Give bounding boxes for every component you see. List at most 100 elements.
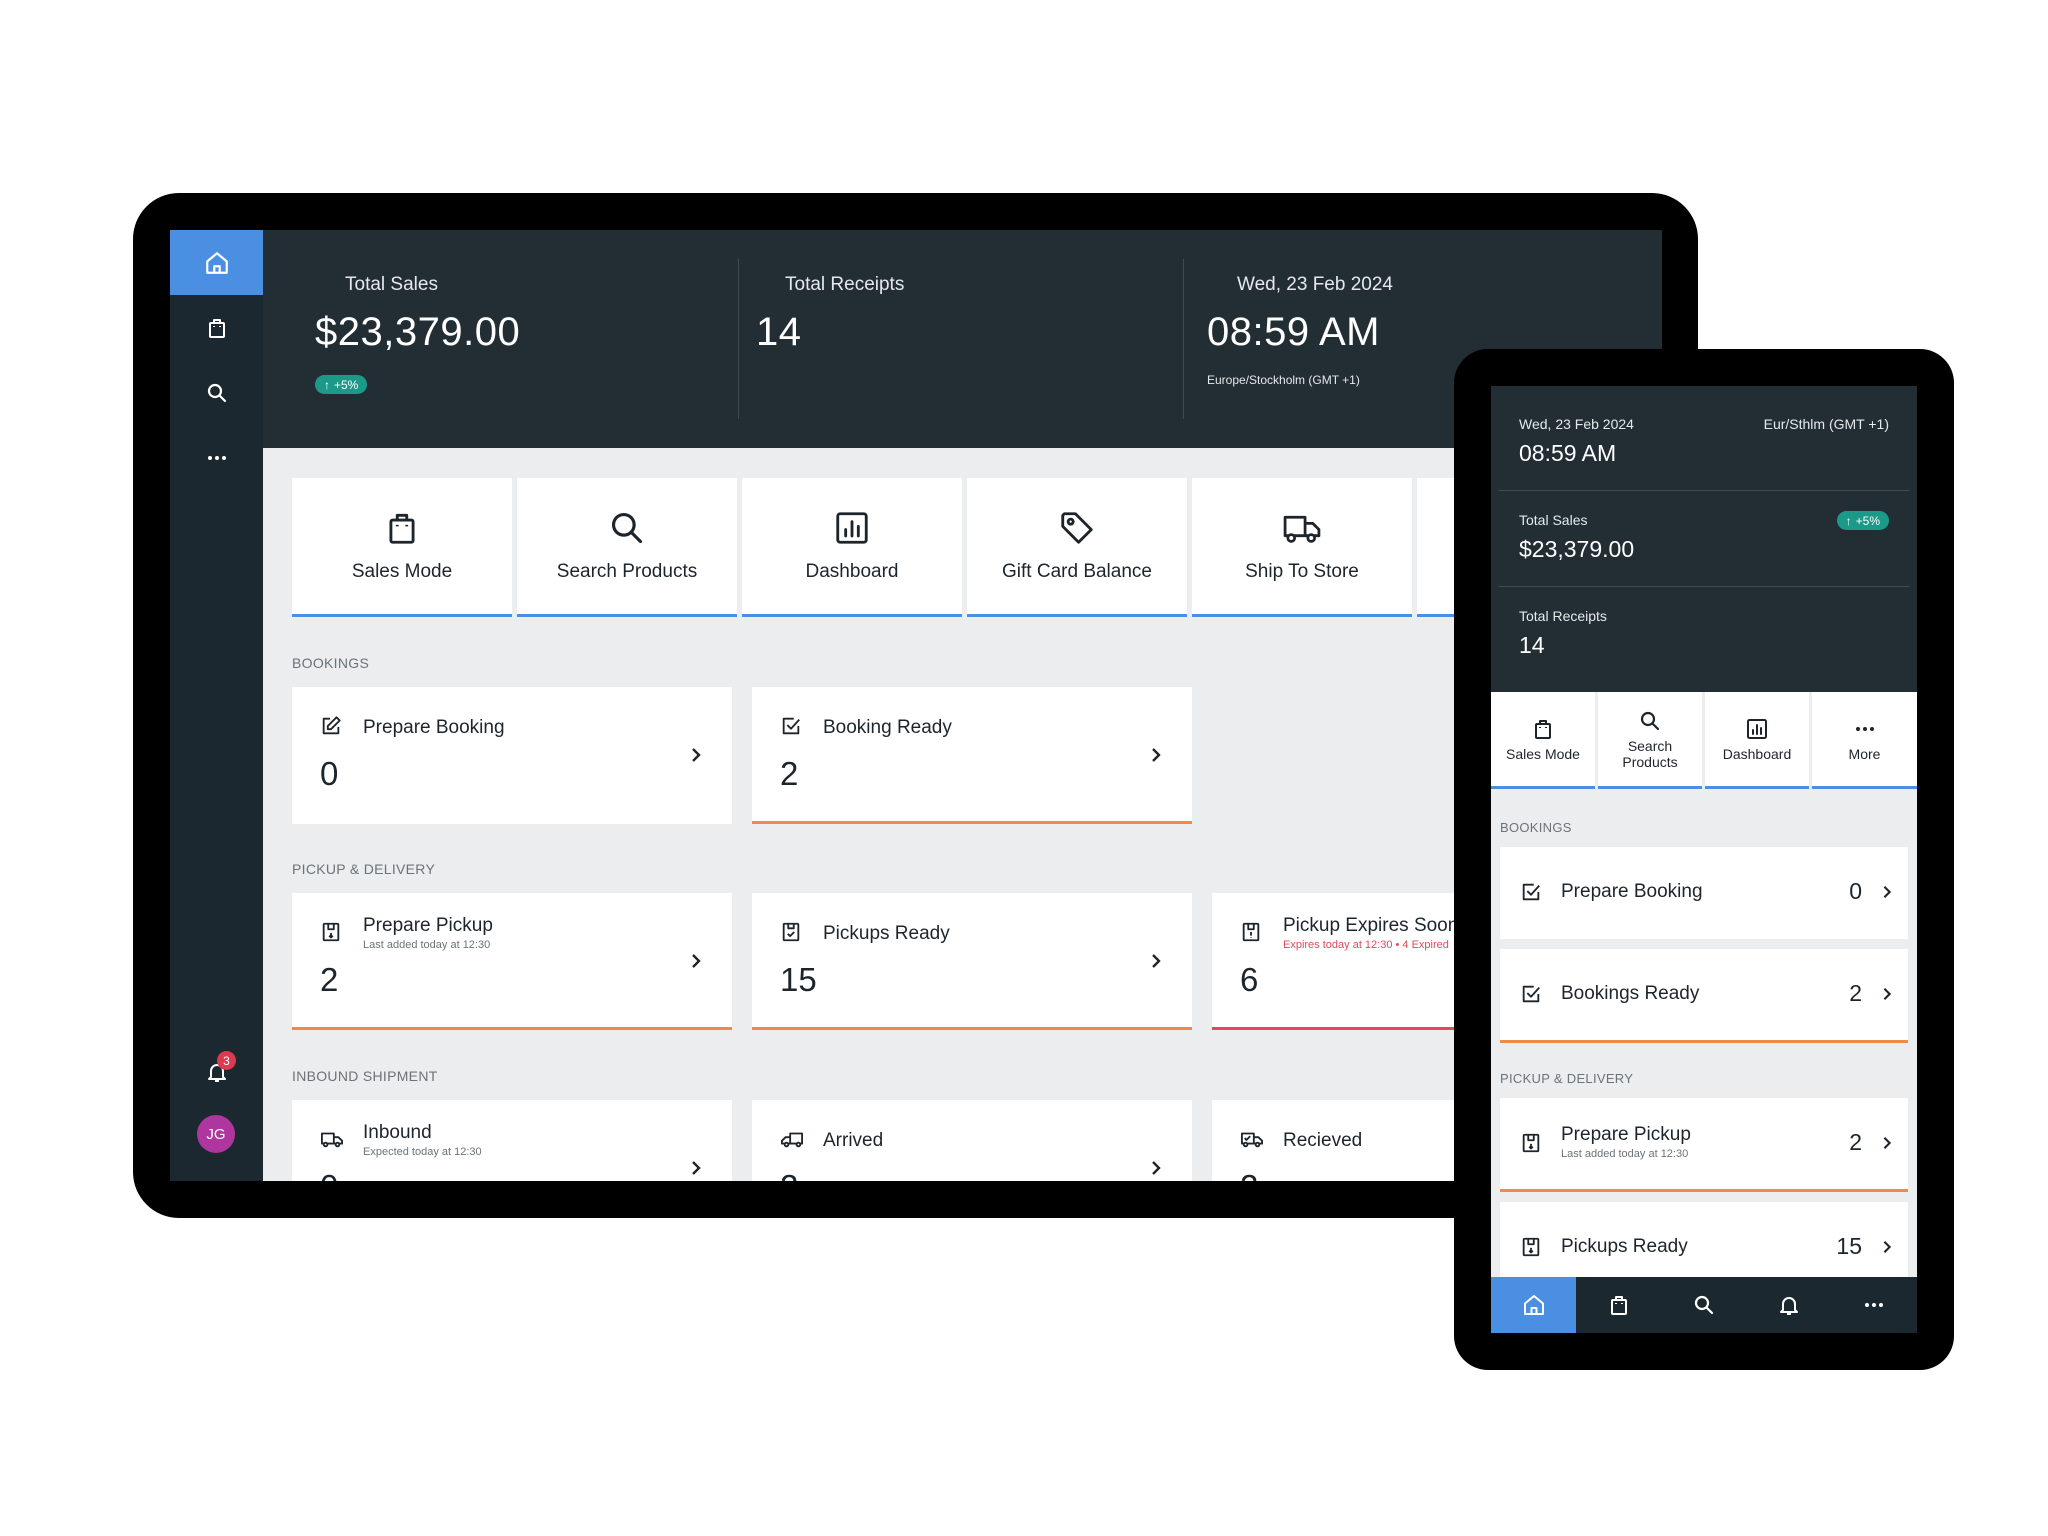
- more-button[interactable]: More: [1812, 692, 1917, 789]
- ship-to-store-button[interactable]: Ship To Store: [1192, 478, 1412, 617]
- chevron-right-icon: [688, 951, 704, 971]
- sidebar-item-home[interactable]: [170, 230, 263, 295]
- row-count: 15: [1836, 1233, 1862, 1259]
- pickup-section-label: PICKUP & DELIVERY: [1500, 1071, 1634, 1086]
- trend-badge: ↑ +5%: [315, 375, 368, 394]
- shopping-bag-icon: [1531, 717, 1555, 741]
- current-date: Wed, 23 Feb 2024: [1519, 416, 1634, 432]
- tile-title: Pickup Expires Soon: [1283, 915, 1459, 936]
- bottom-nav-more[interactable]: [1832, 1277, 1917, 1333]
- booking-ready-tile[interactable]: Booking Ready 2: [752, 687, 1192, 824]
- tile-count: 2: [1240, 1168, 1258, 1181]
- total-receipts-value: 14: [756, 310, 802, 354]
- total-receipts-stat: Total Receipts 14: [739, 230, 1183, 448]
- bottom-navigation: [1491, 1277, 1917, 1333]
- chevron-right-icon: [1880, 984, 1894, 1004]
- quick-action-label: Dashboard: [1722, 745, 1792, 762]
- bar-chart-icon: [833, 509, 871, 547]
- total-sales-value: $23,379.00: [315, 310, 521, 354]
- dashboard-button[interactable]: Dashboard: [742, 478, 962, 617]
- home-icon: [204, 250, 230, 276]
- tag-icon: [1058, 509, 1096, 547]
- sidebar: 3 JG: [170, 230, 263, 1181]
- tile-count: 6: [1240, 961, 1259, 998]
- timezone-label: Europe/Stockholm (GMT +1): [1207, 373, 1360, 387]
- home-icon: [1522, 1293, 1546, 1317]
- chevron-right-icon: [688, 745, 704, 765]
- more-horizontal-icon: [1853, 717, 1877, 741]
- search-icon: [1692, 1293, 1716, 1317]
- trend-value: +5%: [334, 377, 359, 392]
- current-time: 08:59 AM: [1519, 440, 1617, 466]
- stat-divider: [1499, 490, 1909, 491]
- quick-action-label: Gift Card Balance: [1002, 561, 1152, 582]
- tile-count: 15: [780, 961, 817, 998]
- bottom-nav-home[interactable]: [1491, 1277, 1577, 1333]
- tile-title: Recieved: [1283, 1130, 1363, 1151]
- tile-subtitle: Last added today at 12:30: [363, 939, 491, 951]
- tile-count: 2: [780, 1168, 798, 1181]
- row-count: 0: [1849, 878, 1862, 904]
- bottom-nav-notifications[interactable]: [1747, 1277, 1832, 1333]
- total-sales-label: Total Sales: [1519, 512, 1588, 528]
- arrow-up-icon: ↑: [324, 377, 330, 392]
- bookings-section-label: BOOKINGS: [292, 655, 370, 671]
- arrived-tile[interactable]: Arrived 2: [752, 1100, 1192, 1181]
- quick-action-label: Ship To Store: [1245, 561, 1359, 582]
- sidebar-item-more[interactable]: [170, 425, 263, 490]
- pickups-ready-tile[interactable]: Pickups Ready 15: [752, 893, 1192, 1030]
- bottom-nav-search[interactable]: [1661, 1277, 1746, 1333]
- row-title: Prepare Booking: [1561, 881, 1703, 902]
- prepare-pickup-tile[interactable]: Prepare Pickup Last added today at 12:30…: [292, 893, 732, 1030]
- inbound-tile[interactable]: Inbound Expected today at 12:30 0: [292, 1100, 732, 1181]
- current-date: Wed, 23 Feb 2024: [1237, 274, 1393, 295]
- tile-count: 2: [320, 961, 339, 998]
- quick-action-label: Search Products: [1622, 737, 1678, 770]
- prepare-pickup-row[interactable]: Prepare Pickup Last added today at 12:30…: [1500, 1098, 1908, 1192]
- bottom-nav-sales[interactable]: [1576, 1277, 1661, 1333]
- tile-title: Prepare Pickup: [363, 915, 493, 936]
- phone-screen: Wed, 23 Feb 2024 Eur/Sthlm (GMT +1) 08:5…: [1491, 386, 1917, 1333]
- notifications-button[interactable]: 3: [200, 1051, 236, 1089]
- search-icon: [205, 381, 229, 405]
- chevron-right-icon: [688, 1158, 704, 1178]
- gift-card-balance-button[interactable]: Gift Card Balance: [967, 478, 1187, 617]
- sales-mode-button[interactable]: Sales Mode: [1491, 692, 1595, 789]
- check-square-icon: [1520, 983, 1542, 1005]
- tile-count: 2: [780, 755, 799, 792]
- shopping-bag-icon: [1607, 1293, 1631, 1317]
- phone-device: Wed, 23 Feb 2024 Eur/Sthlm (GMT +1) 08:5…: [1454, 349, 1954, 1370]
- current-time: 08:59 AM: [1207, 310, 1381, 354]
- avatar[interactable]: JG: [197, 1115, 235, 1153]
- prepare-booking-row[interactable]: Prepare Booking 0: [1500, 847, 1908, 939]
- inbound-section-label: INBOUND SHIPMENT: [292, 1068, 438, 1084]
- prepare-booking-tile[interactable]: Prepare Booking 0: [292, 687, 732, 824]
- chevron-right-icon: [1880, 1237, 1894, 1257]
- timezone-label: Eur/Sthlm (GMT +1): [1763, 416, 1889, 432]
- bookings-ready-row[interactable]: Bookings Ready 2: [1500, 949, 1908, 1043]
- tablet-screen: 3 JG Total Sales $23,379.00 ↑ +5% Total …: [170, 230, 1662, 1181]
- total-receipts-label: Total Receipts: [785, 274, 905, 295]
- dashboard-button[interactable]: Dashboard: [1705, 692, 1809, 789]
- row-count: 2: [1849, 1129, 1862, 1155]
- total-receipts-value: 14: [1519, 632, 1545, 658]
- sidebar-item-sales[interactable]: [170, 295, 263, 360]
- bar-chart-icon: [1745, 717, 1769, 741]
- tile-title: Prepare Booking: [363, 717, 505, 738]
- tile-title: Arrived: [823, 1130, 884, 1151]
- search-products-button[interactable]: Search Products: [517, 478, 737, 617]
- chevron-right-icon: [1148, 1158, 1164, 1178]
- sidebar-item-search[interactable]: [170, 360, 263, 425]
- sales-mode-button[interactable]: Sales Mode: [292, 478, 512, 617]
- check-square-icon: [1520, 881, 1542, 903]
- search-products-button[interactable]: Search Products: [1598, 692, 1702, 789]
- chevron-right-icon: [1148, 951, 1164, 971]
- package-icon: [320, 921, 342, 943]
- tile-title: Inbound: [363, 1122, 432, 1143]
- bookings-section-label: BOOKINGS: [1500, 820, 1572, 835]
- tile-subtitle: Expected today at 12:30: [363, 1146, 482, 1158]
- stat-divider: [1499, 586, 1909, 587]
- package-icon: [1520, 1132, 1542, 1154]
- chevron-right-icon: [1880, 882, 1894, 902]
- truck-icon: [1240, 1128, 1264, 1150]
